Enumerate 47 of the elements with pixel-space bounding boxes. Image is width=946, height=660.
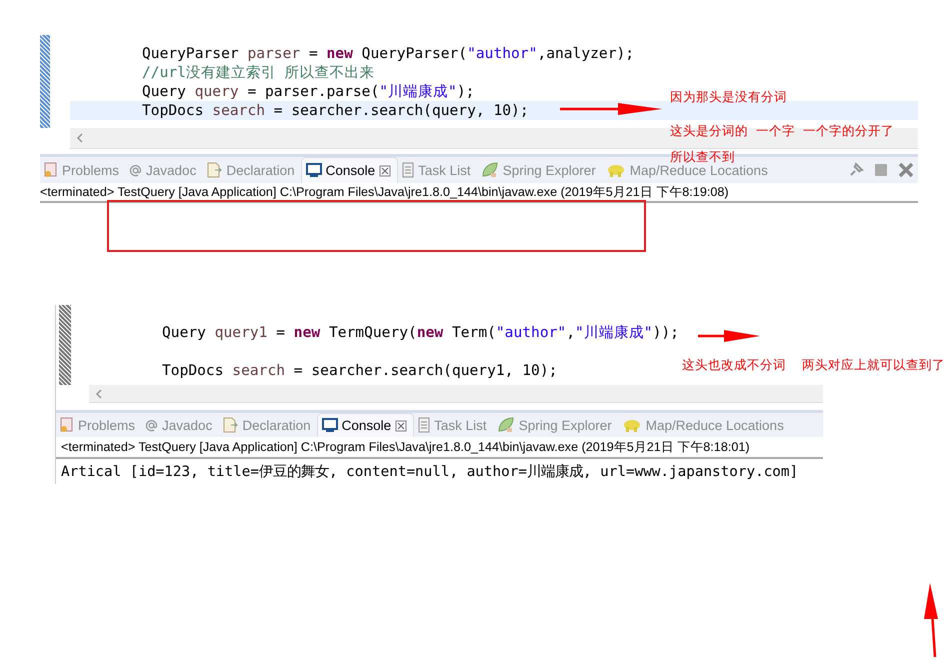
view-tab[interactable]: Problems [40,157,126,183]
problems-icon [44,162,58,178]
code-line: QueryParser parser = new QueryParser("author",analyzer); [142,44,634,63]
annotation-text: 这头也改成不分词 两头对应上就可以查到了 [682,358,945,372]
close-icon[interactable] [898,162,914,178]
horizontal-scrollbar[interactable] [89,385,823,403]
document-icon [206,162,222,178]
view-tab[interactable]: Spring Explorer [492,413,618,437]
elephant-icon [606,163,626,177]
leaf-icon [480,162,499,178]
console-header: <terminated> TestQuery [Java Application] C:\Program Files\Java\jre1.8.0_144\bin\javaw.exe (2019年5月21日 下午8:18:01) [56,437,823,459]
at-sign-icon [129,164,142,176]
clipboard-icon [402,162,414,178]
annotation-text: 这头是分词的 一个字 一个字的分开了 [670,124,894,138]
elephant-icon [622,418,642,432]
code-line: TopDocs search = searcher.search(query1, 10); [162,361,558,380]
view-tab[interactable]: Console [316,413,414,437]
view-tab[interactable]: Spring Explorer [476,157,602,183]
stop-icon[interactable] [874,163,888,177]
view-tab[interactable]: Task List [398,157,477,183]
document-icon [222,417,238,433]
console-output: Artical [id=123, title=伊豆的舞女, content=null, author=川端康成, url=www.japanstory.com] [60,462,800,482]
close-icon[interactable] [379,164,392,176]
monitor-icon [306,163,322,178]
code-line: Query query1 = new TermQuery(new Term("author","川端康成")); [162,323,679,342]
monitor-icon [322,418,338,433]
code-line: //url没有建立索引 所以查不出来 [142,63,375,82]
pin-icon[interactable] [848,162,864,178]
at-sign-icon [145,418,158,432]
leaf-icon [496,417,515,433]
view-tab[interactable]: Map/Reduce Locations [618,413,790,437]
view-tab[interactable]: Problems [56,413,142,437]
view-tab[interactable]: Declaration [202,157,301,183]
view-tab[interactable]: Declaration [218,413,317,437]
code-line: TopDocs search = searcher.search(query, 10); [142,101,529,120]
annotation-text: 因为那头是没有分词 [670,90,787,104]
clipboard-icon [418,417,430,433]
view-tab[interactable]: Task List [414,413,493,437]
view-tab[interactable]: Javadoc [125,157,202,183]
close-icon[interactable] [395,420,408,432]
code-line: Query query = parser.parse("川端康成"); [142,82,474,101]
view-tab[interactable]: Console [300,157,398,183]
annotation-text: 所以查不到 [670,150,735,164]
arrow [698,329,760,343]
console-header: <terminated> TestQuery [Java Application] C:\Program Files\Java\jre1.8.0_144\bin\javaw.exe (2019年5月21日 下午8:19:08) [40,183,918,203]
view-tab[interactable]: Javadoc [141,413,218,437]
problems-icon [60,417,74,433]
